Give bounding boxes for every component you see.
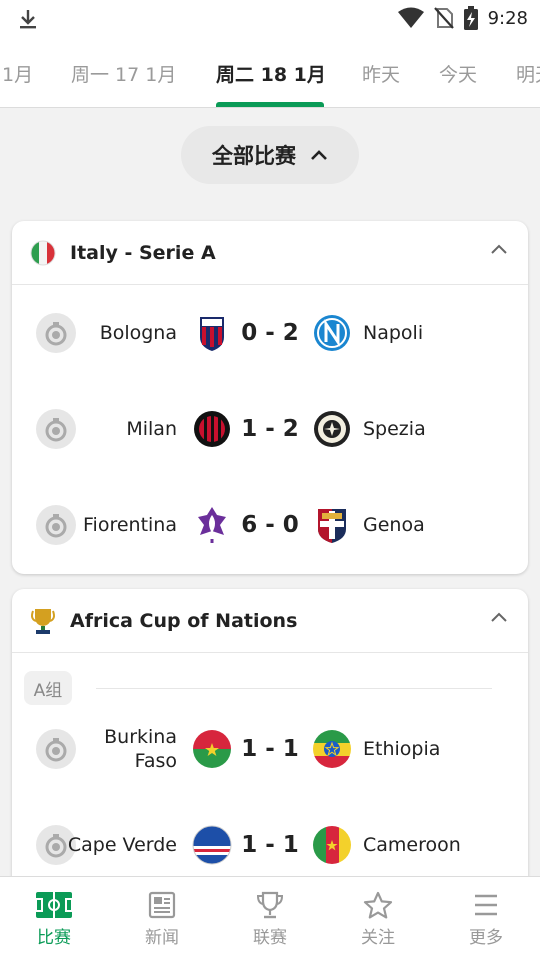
genoa-crest-icon <box>318 509 346 543</box>
away-team: Genoa <box>363 514 425 536</box>
date-tabs: 1月 周一 17 1月 周二 18 1月 昨天 今天 明天 <box>0 36 540 108</box>
date-tab-tomorrow[interactable]: 明天 <box>516 60 540 87</box>
league-header-serie-a[interactable]: Italy - Serie A <box>12 221 528 285</box>
news-icon <box>148 891 176 919</box>
nav-item-following[interactable]: 关注 <box>324 877 432 960</box>
nav-item-matches[interactable]: 比赛 <box>0 877 108 960</box>
league-header-afcon[interactable]: Africa Cup of Nations <box>12 589 528 653</box>
league-title: Africa Cup of Nations <box>70 609 298 632</box>
download-icon <box>20 10 36 29</box>
nav-label: 新闻 <box>145 928 179 948</box>
milan-crest-icon <box>194 411 230 447</box>
nav-label: 比赛 <box>37 928 71 948</box>
group-badge: A组 <box>24 671 72 705</box>
nav-label: 更多 <box>469 928 503 948</box>
home-team: Milan <box>126 418 177 440</box>
afcon-trophy-icon <box>31 608 55 634</box>
home-team: Fiorentina <box>83 514 177 536</box>
match-score: 1 - 1 <box>241 736 299 762</box>
status-time: 9:28 <box>487 7 528 29</box>
away-team: Napoli <box>363 322 424 344</box>
nav-label: 联赛 <box>253 928 287 948</box>
collapse-chevron-icon[interactable] <box>490 243 508 255</box>
date-tab-yesterday[interactable]: 昨天 <box>362 60 400 87</box>
away-team: Spezia <box>363 418 426 440</box>
date-tab-tue-18[interactable]: 周二 18 1月 <box>216 60 326 87</box>
nav-item-more[interactable]: 更多 <box>432 877 540 960</box>
nav-label: 关注 <box>361 928 395 948</box>
active-tab-indicator <box>216 102 324 107</box>
battery-charging-icon <box>463 6 478 30</box>
home-team: Bologna <box>99 322 177 344</box>
wifi-icon <box>397 7 424 28</box>
match-row[interactable]: Bologna 0 - 2 Napoli <box>12 285 528 381</box>
away-team: Ethiopia <box>363 738 441 760</box>
nav-item-news[interactable]: 新闻 <box>108 877 216 960</box>
italy-flag-icon <box>30 240 56 265</box>
menu-icon <box>475 894 497 916</box>
napoli-crest-icon <box>314 315 350 351</box>
match-score: 0 - 2 <box>241 320 299 346</box>
league-title: Italy - Serie A <box>70 241 216 264</box>
pitch-icon <box>35 892 73 918</box>
star-icon <box>363 891 393 919</box>
match-score: 1 - 2 <box>241 416 299 442</box>
bottom-navigation: 比赛 新闻 联赛 关注 更多 <box>0 876 540 960</box>
cape-verde-flag-icon <box>192 825 232 865</box>
trophy-icon <box>256 891 284 919</box>
match-filter-button[interactable]: 全部比赛 <box>181 126 359 184</box>
spezia-crest-icon <box>314 411 350 447</box>
filter-label: 全部比赛 <box>212 144 296 168</box>
date-tab-mon-17[interactable]: 周一 17 1月 <box>71 60 176 87</box>
chevron-up-icon <box>311 150 327 160</box>
league-card-afcon: Africa Cup of Nations A组 Burkina Faso 1 … <box>12 589 528 889</box>
no-sim-icon <box>433 7 454 29</box>
fiorentina-crest-icon <box>198 507 226 543</box>
match-row[interactable]: Fiorentina 6 - 0 Genoa <box>12 477 528 573</box>
match-score: 6 - 0 <box>241 512 299 538</box>
burkina-faso-flag-icon <box>193 730 231 768</box>
match-row[interactable]: Burkina Faso 1 - 1 Ethiopia <box>12 701 528 797</box>
date-tab-today[interactable]: 今天 <box>439 60 477 87</box>
home-team: Burkina Faso <box>104 726 177 772</box>
date-tab-prev-partial[interactable]: 1月 <box>2 60 33 87</box>
collapse-chevron-icon[interactable] <box>490 611 508 623</box>
group-divider-line <box>96 688 492 689</box>
nav-item-leagues[interactable]: 联赛 <box>216 877 324 960</box>
bologna-crest-icon <box>200 317 224 351</box>
match-row[interactable]: Milan 1 - 2 Spezia <box>12 381 528 477</box>
ethiopia-flag-icon <box>313 730 351 768</box>
status-bar: 9:28 <box>0 0 540 36</box>
league-card-serie-a: Italy - Serie A Bologna 0 - 2 Napoli Mil… <box>12 221 528 574</box>
cameroon-flag-icon <box>313 826 351 864</box>
